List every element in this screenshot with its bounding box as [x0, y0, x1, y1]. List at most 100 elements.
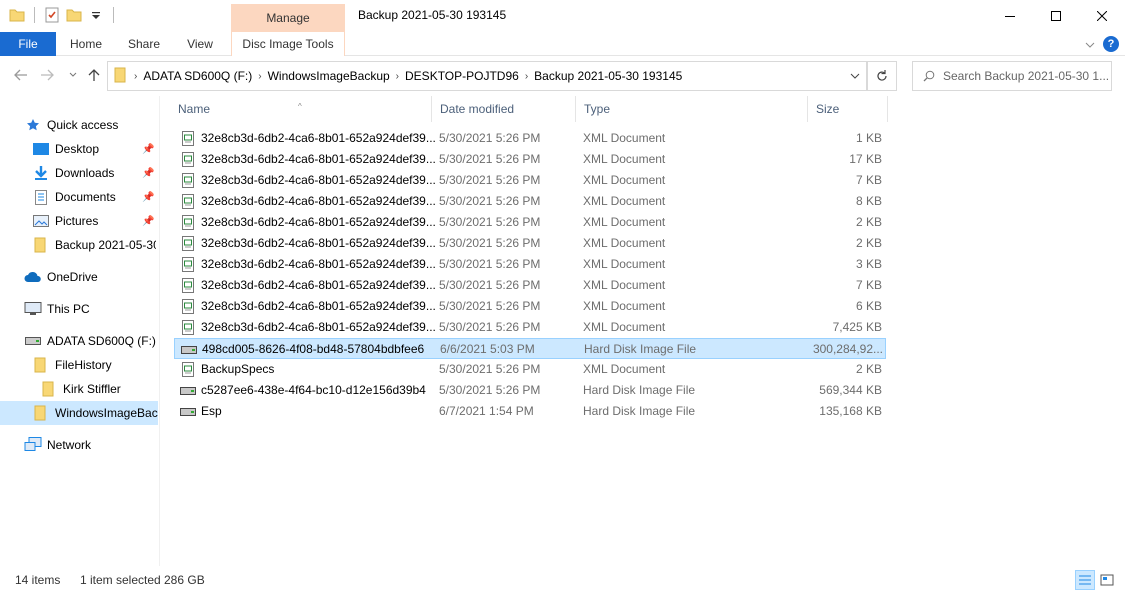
- breadcrumb-desktop[interactable]: DESKTOP-POJTD96: [405, 69, 519, 83]
- tab-manage[interactable]: Manage: [231, 4, 345, 32]
- file-row[interactable]: 32e8cb3d-6db2-4ca6-8b01-652a924def39... 5…: [174, 275, 886, 296]
- xml-file-icon: [180, 173, 196, 189]
- file-row[interactable]: Esp 6/7/2021 1:54 PM Hard Disk Image File 1…: [174, 401, 886, 422]
- file-name-text: BackupSpecs: [201, 362, 275, 376]
- breadcrumb-drive[interactable]: ADATA SD600Q (F:): [143, 69, 252, 83]
- file-date-modified: 6/6/2021 5:03 PM: [440, 342, 535, 356]
- expand-ribbon-icon[interactable]: [1085, 37, 1095, 51]
- file-row[interactable]: 32e8cb3d-6db2-4ca6-8b01-652a924def39... 5…: [174, 296, 886, 317]
- file-name: 32e8cb3d-6db2-4ca6-8b01-652a924def39...: [180, 212, 438, 233]
- status-bar: 14 items 1 item selected 286 GB: [0, 568, 1125, 593]
- file-row[interactable]: 32e8cb3d-6db2-4ca6-8b01-652a924def39... 5…: [174, 254, 886, 275]
- file-row[interactable]: 32e8cb3d-6db2-4ca6-8b01-652a924def39... 5…: [174, 317, 886, 338]
- column-header-name[interactable]: Name ^: [170, 96, 432, 122]
- download-icon: [32, 165, 50, 181]
- folder-icon: [32, 237, 50, 253]
- pin-icon[interactable]: 📌: [142, 216, 154, 227]
- file-date-modified: 5/30/2021 5:26 PM: [439, 278, 541, 292]
- file-row[interactable]: 32e8cb3d-6db2-4ca6-8b01-652a924def39... 5…: [174, 233, 886, 254]
- xml-file-icon: [180, 299, 196, 315]
- tab-home[interactable]: Home: [64, 32, 108, 56]
- toolbar-separator: [34, 7, 35, 23]
- back-button[interactable]: [12, 66, 30, 84]
- tab-view[interactable]: View: [180, 32, 220, 56]
- xml-file-icon: [180, 215, 196, 231]
- chevron-right-icon[interactable]: ›: [525, 71, 528, 82]
- column-header-date-modified[interactable]: Date modified: [432, 96, 576, 122]
- recent-locations-button[interactable]: [64, 66, 82, 84]
- sidebar-item-documents[interactable]: Documents 📌: [32, 185, 158, 209]
- file-row[interactable]: BackupSpecs 5/30/2021 5:26 PM XML Document…: [174, 359, 886, 380]
- file-row[interactable]: 32e8cb3d-6db2-4ca6-8b01-652a924def39... 5…: [174, 191, 886, 212]
- sidebar-item-windowsimagebackup[interactable]: WindowsImageBackup: [0, 401, 158, 425]
- breadcrumb-backup[interactable]: Backup 2021-05-30 193145: [534, 69, 682, 83]
- forward-button[interactable]: [38, 66, 56, 84]
- sidebar-item-drive-f[interactable]: ADATA SD600Q (F:): [24, 329, 156, 353]
- file-name: 32e8cb3d-6db2-4ca6-8b01-652a924def39...: [180, 296, 438, 317]
- file-row[interactable]: 32e8cb3d-6db2-4ca6-8b01-652a924def39... 5…: [174, 170, 886, 191]
- file-type: XML Document: [583, 215, 666, 229]
- file-name: 32e8cb3d-6db2-4ca6-8b01-652a924def39...: [180, 233, 438, 254]
- file-row[interactable]: 498cd005-8626-4f08-bd48-57804bdbfee6 6/6/…: [174, 338, 886, 359]
- pin-icon[interactable]: 📌: [142, 144, 154, 155]
- file-row[interactable]: 32e8cb3d-6db2-4ca6-8b01-652a924def39... 5…: [174, 149, 886, 170]
- disk-image-icon: [181, 342, 197, 358]
- sidebar-item-onedrive[interactable]: OneDrive: [24, 265, 98, 289]
- file-name: 32e8cb3d-6db2-4ca6-8b01-652a924def39...: [180, 317, 438, 338]
- file-size: 7,425 KB: [832, 320, 882, 334]
- sidebar-item-filehistory[interactable]: FileHistory: [32, 353, 112, 377]
- chevron-right-icon[interactable]: ›: [134, 71, 137, 82]
- pane-divider[interactable]: [159, 96, 160, 566]
- tab-file[interactable]: File: [0, 32, 56, 56]
- properties-icon[interactable]: [43, 6, 61, 24]
- disk-image-icon: [180, 383, 196, 399]
- details-view-button[interactable]: [1075, 570, 1095, 590]
- chevron-right-icon[interactable]: ›: [396, 71, 399, 82]
- column-header-size[interactable]: Size: [808, 96, 888, 122]
- navigation-pane: Quick access Desktop 📌 Downloads 📌 Docum…: [0, 96, 160, 566]
- maximize-button[interactable]: [1033, 0, 1079, 32]
- large-icons-view-button[interactable]: [1097, 570, 1117, 590]
- sidebar-item-pictures[interactable]: Pictures 📌: [32, 209, 158, 233]
- folder-icon[interactable]: [8, 6, 26, 24]
- file-date-modified: 5/30/2021 5:26 PM: [439, 131, 541, 145]
- file-name: 498cd005-8626-4f08-bd48-57804bdbfee6: [181, 339, 439, 360]
- folder-icon: [32, 405, 50, 421]
- up-button[interactable]: [85, 66, 103, 84]
- minimize-button[interactable]: [987, 0, 1033, 32]
- help-icon[interactable]: ?: [1103, 36, 1119, 52]
- file-date-modified: 5/30/2021 5:26 PM: [439, 299, 541, 313]
- column-header-type[interactable]: Type: [576, 96, 808, 122]
- folder-icon: [114, 67, 128, 86]
- pin-icon[interactable]: 📌: [142, 192, 154, 203]
- close-button[interactable]: [1079, 0, 1125, 32]
- tab-share[interactable]: Share: [122, 32, 166, 56]
- file-size: 7 KB: [855, 173, 882, 187]
- documents-icon: [32, 189, 50, 205]
- sidebar-item-network[interactable]: Network: [24, 433, 91, 457]
- file-type: XML Document: [583, 236, 666, 250]
- file-row[interactable]: 32e8cb3d-6db2-4ca6-8b01-652a924def39... 5…: [174, 212, 886, 233]
- breadcrumb-windowsimagebackup[interactable]: WindowsImageBackup: [268, 69, 390, 83]
- folder-icon: [32, 357, 50, 373]
- file-name-text: c5287ee6-438e-4f64-bc10-d12e156d39b4: [201, 383, 426, 397]
- new-folder-icon[interactable]: [65, 6, 83, 24]
- sidebar-item-this-pc[interactable]: This PC: [24, 297, 90, 321]
- tab-disc-image-tools[interactable]: Disc Image Tools: [231, 32, 345, 56]
- sidebar-item-backup-folder[interactable]: Backup 2021-05-30: [32, 233, 156, 257]
- search-input[interactable]: Search Backup 2021-05-30 1...: [912, 61, 1112, 91]
- pin-icon[interactable]: 📌: [142, 168, 154, 179]
- sidebar-item-downloads[interactable]: Downloads 📌: [32, 161, 158, 185]
- window-title: Backup 2021-05-30 193145: [358, 8, 507, 22]
- file-date-modified: 6/7/2021 1:54 PM: [439, 404, 534, 418]
- file-row[interactable]: c5287ee6-438e-4f64-bc10-d12e156d39b4 5/30…: [174, 380, 886, 401]
- address-dropdown-button[interactable]: [843, 61, 867, 91]
- sidebar-item-quick-access[interactable]: Quick access: [24, 113, 118, 137]
- chevron-right-icon[interactable]: ›: [258, 71, 261, 82]
- file-row[interactable]: 32e8cb3d-6db2-4ca6-8b01-652a924def39... 5…: [174, 128, 886, 149]
- refresh-button[interactable]: [867, 61, 897, 91]
- sidebar-item-kirk-stiffler[interactable]: Kirk Stiffler: [40, 377, 121, 401]
- customize-toolbar-icon[interactable]: [87, 6, 105, 24]
- address-bar[interactable]: › ADATA SD600Q (F:) › WindowsImageBackup…: [107, 61, 867, 91]
- sidebar-item-desktop[interactable]: Desktop 📌: [32, 137, 158, 161]
